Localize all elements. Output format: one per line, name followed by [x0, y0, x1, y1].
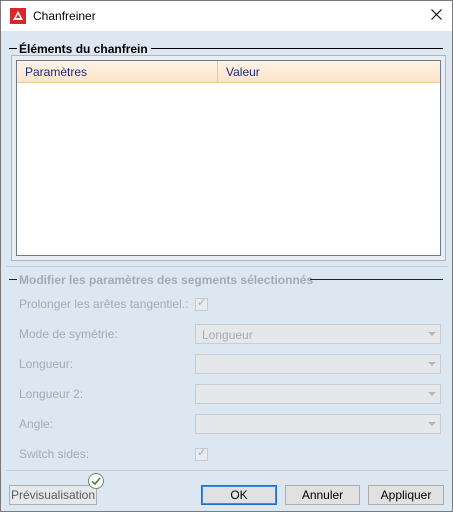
elements-grid[interactable]: Paramètres Valeur [16, 60, 441, 256]
close-icon [430, 9, 442, 23]
angle-label: Angle: [19, 417, 54, 431]
symmetry-mode-label: Mode de symétrie: [19, 327, 118, 341]
chamfer-app-icon [10, 8, 26, 24]
length-select[interactable] [195, 354, 441, 374]
column-header-value[interactable]: Valeur [226, 65, 260, 79]
checkmark-icon: ✓ [197, 447, 207, 459]
checkmark-icon: ✓ [197, 297, 207, 309]
length-label: Longueur: [19, 357, 74, 371]
preview-check-icon [88, 473, 104, 489]
close-button[interactable] [422, 4, 450, 28]
apply-button[interactable]: Appliquer [368, 485, 444, 505]
symmetry-mode-value: Longueur [202, 328, 253, 342]
switch-sides-label: Switch sides: [19, 447, 90, 461]
grid-header: Paramètres Valeur [17, 61, 440, 83]
ok-button[interactable]: OK [201, 485, 277, 505]
chevron-down-icon [428, 422, 436, 426]
length2-label: Longueur 2: [19, 387, 84, 401]
column-divider[interactable] [217, 61, 218, 82]
preview-button[interactable]: Prévisualisation [9, 485, 97, 505]
window-title: Chanfreiner [33, 9, 96, 23]
extend-tangential-checkbox[interactable]: ✓ [195, 297, 208, 311]
title-bar[interactable]: Chanfreiner [1, 1, 452, 31]
separator [6, 266, 448, 267]
modify-group-title: Modifier les paramètres des segments sél… [19, 273, 314, 287]
column-header-parameters[interactable]: Paramètres [25, 65, 87, 79]
symmetry-mode-select[interactable]: Longueur [195, 324, 441, 344]
switch-sides-checkbox[interactable]: ✓ [195, 447, 208, 461]
chevron-down-icon [428, 332, 436, 336]
chamfer-dialog: Chanfreiner Éléments du chanfrein Paramè… [0, 0, 453, 512]
elements-group-title: Éléments du chanfrein [19, 42, 148, 56]
group-rule [9, 48, 17, 49]
length2-select[interactable] [195, 384, 441, 404]
group-rule [310, 279, 443, 280]
chevron-down-icon [428, 392, 436, 396]
elements-grid-frame: Paramètres Valeur [11, 55, 446, 261]
group-rule [151, 48, 443, 49]
group-rule [9, 279, 17, 280]
angle-select[interactable] [195, 414, 441, 434]
chevron-down-icon [428, 362, 436, 366]
separator [6, 470, 448, 471]
cancel-button[interactable]: Annuler [285, 485, 360, 505]
extend-tangential-label: Prolonger les arêtes tangentiel.: [19, 297, 189, 311]
